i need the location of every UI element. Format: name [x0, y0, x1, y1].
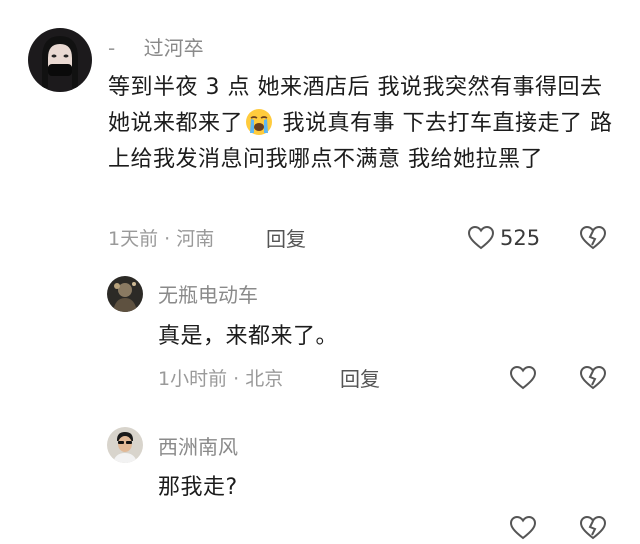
- like-button[interactable]: [509, 515, 537, 544]
- comment-1: - 过河卒 等到半夜 3 点 她来酒店后 我说我突然有事得回去 她说来都来了 我…: [0, 0, 640, 260]
- reply-comment-1: 无瓶电动车 真是，来都来了。 1小时前 · 北京 回复: [0, 270, 640, 400]
- dislike-button[interactable]: [579, 515, 607, 544]
- like-button[interactable]: [509, 365, 537, 394]
- avatar-image: [107, 427, 143, 463]
- username-prefix: -: [108, 36, 116, 60]
- username-text: 过河卒: [143, 36, 204, 60]
- avatar[interactable]: [28, 28, 92, 92]
- reply-button[interactable]: 回复: [340, 367, 380, 391]
- like-button[interactable]: 525: [468, 226, 540, 250]
- avatar-image: [28, 28, 92, 92]
- broken-heart-icon: [579, 225, 607, 250]
- avatar-image: [107, 276, 143, 312]
- broken-heart-icon: [579, 515, 607, 540]
- comment-meta: 1天前 · 河南: [108, 228, 215, 250]
- username[interactable]: 无瓶电动车: [158, 283, 258, 307]
- like-count: 525: [500, 226, 541, 250]
- username[interactable]: 西洲南风: [158, 435, 238, 459]
- comment-text: 等到半夜 3 点 她来酒店后 我说我突然有事得回去 她说来都来了 我说真有事 下…: [108, 70, 618, 178]
- broken-heart-icon: [579, 365, 607, 390]
- reply-comment-2: 西洲南风 那我走?: [0, 420, 640, 540]
- comment-text: 真是，来都来了。: [158, 324, 339, 349]
- avatar[interactable]: [107, 427, 143, 463]
- heart-icon: [468, 226, 494, 250]
- dislike-button[interactable]: [579, 365, 607, 394]
- reply-button[interactable]: 回复: [266, 227, 306, 251]
- avatar[interactable]: [107, 276, 143, 312]
- comment-meta: 1小时前 · 北京: [158, 368, 284, 390]
- heart-icon: [509, 515, 537, 540]
- loudly-crying-face-icon: [245, 108, 273, 136]
- comment-text: 那我走?: [158, 475, 238, 500]
- username[interactable]: - 过河卒: [108, 36, 204, 60]
- dislike-button[interactable]: [579, 225, 607, 254]
- heart-icon: [509, 365, 537, 390]
